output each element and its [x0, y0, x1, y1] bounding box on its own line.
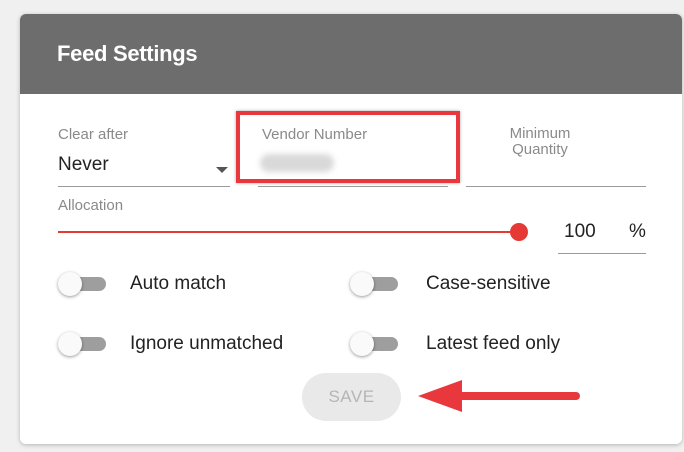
latest-feed-only-toggle[interactable] — [350, 332, 398, 356]
chevron-down-icon — [216, 167, 228, 173]
minimum-quantity-label-line2: Quantity — [512, 141, 568, 158]
annotation-highlight-box — [236, 111, 460, 183]
card-header: Feed Settings — [20, 14, 682, 94]
ignore-unmatched-label: Ignore unmatched — [130, 333, 284, 354]
vendor-number-underline — [258, 186, 448, 187]
save-button[interactable]: SAVE — [302, 373, 401, 421]
case-sensitive-toggle[interactable] — [350, 272, 398, 296]
toggle-knob — [58, 272, 82, 296]
case-sensitive-label: Case-sensitive — [426, 273, 551, 294]
minimum-quantity-field[interactable] — [466, 162, 646, 186]
allocation-slider-thumb[interactable] — [510, 223, 528, 241]
ignore-unmatched-toggle[interactable] — [58, 332, 106, 356]
clear-after-label: Clear after — [58, 126, 129, 143]
toggle-knob — [350, 332, 374, 356]
page: Feed Settings Clear after Never Vendor N… — [0, 0, 684, 452]
allocation-value: 100 — [564, 221, 596, 242]
minimum-quantity-underline — [466, 186, 646, 187]
toggle-knob — [58, 332, 82, 356]
auto-match-toggle[interactable] — [58, 272, 106, 296]
clear-after-select[interactable]: Never — [58, 148, 230, 182]
minimum-quantity-label: Minimum Quantity — [495, 126, 585, 158]
allocation-label: Allocation — [58, 197, 124, 214]
allocation-slider-track[interactable] — [58, 231, 518, 233]
clear-after-value: Never — [58, 154, 109, 175]
auto-match-label: Auto match — [130, 273, 227, 294]
toggle-knob — [350, 272, 374, 296]
clear-after-underline — [58, 186, 230, 187]
allocation-unit: % — [629, 221, 646, 242]
allocation-underline — [558, 253, 646, 254]
card-title: Feed Settings — [57, 41, 198, 66]
minimum-quantity-label-line1: Minimum — [509, 125, 571, 142]
feed-settings-card: Feed Settings Clear after Never Vendor N… — [20, 14, 682, 444]
annotation-arrow-icon — [418, 380, 580, 412]
latest-feed-only-label: Latest feed only — [426, 333, 561, 354]
